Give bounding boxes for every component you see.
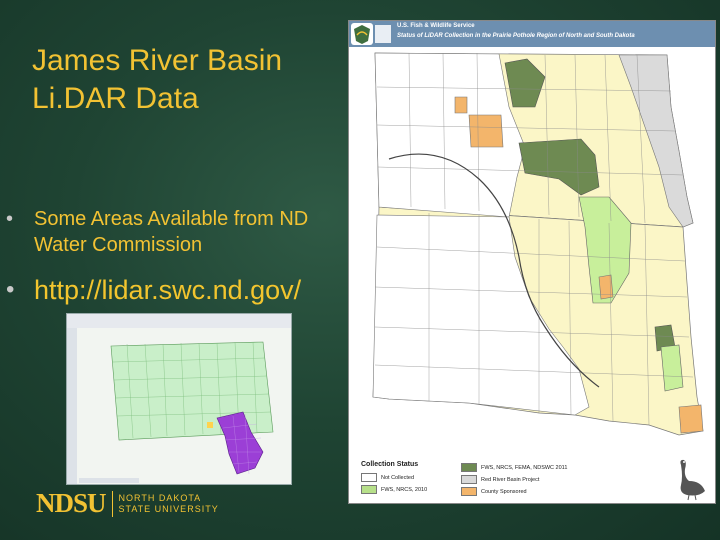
legend-label: FWS, NRCS, 2010	[381, 486, 428, 493]
logo-divider	[111, 490, 113, 517]
bullet-list: • Some Areas Available from ND Water Com…	[6, 206, 366, 306]
map-legend: Collection Status Not Collected FWS, NRC…	[349, 457, 715, 503]
legend-label: Not Collected	[381, 474, 415, 481]
legend-swatch	[361, 473, 377, 482]
slide-title: James River Basin Li.DAR Data	[32, 44, 283, 115]
legend-item-fws-2010: FWS, NRCS, 2010	[361, 485, 427, 494]
lidar-viewer-screenshot	[66, 313, 292, 485]
goose-icon	[680, 459, 705, 501]
bullet-text: Some Areas Available from ND Water Commi…	[34, 208, 309, 256]
fws-lidar-status-map: U.S. Fish & Wildlife Service Status of L…	[348, 20, 716, 504]
bullet-item-url: • http://lidar.swc.nd.gov/	[6, 274, 366, 306]
usfws-logo	[351, 23, 373, 45]
university-name: NORTH DAKOTA STATE UNIVERSITY	[118, 492, 219, 514]
legend-item-not-collected: Not Collected	[361, 473, 414, 482]
lidar-url-link[interactable]: http://lidar.swc.nd.gov/	[34, 275, 301, 305]
legend-title: Collection Status	[361, 461, 419, 468]
legend-swatch	[461, 487, 477, 496]
legend-swatch	[461, 463, 477, 472]
legend-label: FWS, NRCS, FEMA, NDSWC 2011	[481, 464, 568, 471]
legend-label: County Sponsored	[481, 488, 527, 495]
legend-swatch	[461, 475, 477, 484]
ndsu-wordmark: NDSU	[36, 488, 107, 518]
county-map	[372, 52, 704, 436]
legend-item-red-river: Red River Basin Project	[461, 475, 539, 484]
map-title: Status of LiDAR Collection in the Prairi…	[397, 33, 635, 39]
map-header: U.S. Fish & Wildlife Service Status of L…	[349, 21, 715, 47]
legend-item-fws-2011: FWS, NRCS, FEMA, NDSWC 2011	[461, 463, 567, 472]
ndsu-logo: NDSU NORTH DAKOTA STATE UNIVERSITY	[36, 488, 219, 519]
doi-logo	[375, 25, 391, 43]
legend-label: Red River Basin Project	[481, 476, 540, 483]
viewer-map-canvas	[77, 328, 291, 484]
legend-swatch	[361, 485, 377, 494]
bullet-dot-icon: •	[6, 276, 15, 303]
viewer-toolbar	[67, 314, 291, 329]
map-agency-label: U.S. Fish & Wildlife Service	[397, 23, 475, 29]
bullet-dot-icon: •	[6, 208, 14, 230]
legend-item-county-sponsored: County Sponsored	[461, 487, 527, 496]
usfws-emblem-icon	[354, 25, 370, 44]
bullet-item-water-commission: • Some Areas Available from ND Water Com…	[6, 206, 366, 258]
